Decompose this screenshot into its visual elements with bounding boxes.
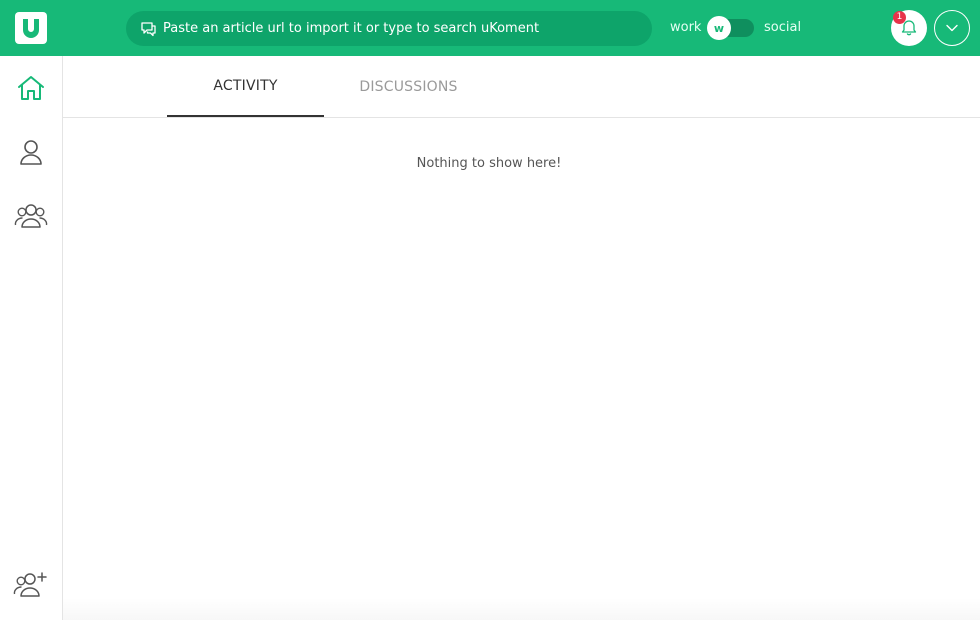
user-icon (20, 140, 42, 165)
home-icon (18, 76, 44, 100)
users-group-icon (14, 204, 48, 228)
sidebar-item-home[interactable] (13, 70, 49, 106)
main-content: ACTIVITY DISCUSSIONS Nothing to show her… (63, 56, 980, 620)
ukoment-logo-icon (23, 19, 39, 38)
feed-tabs: ACTIVITY DISCUSSIONS (63, 56, 980, 118)
bottom-divider (63, 598, 980, 620)
search-input[interactable] (163, 11, 652, 46)
notification-count-badge: 1 (893, 11, 906, 24)
search-bar[interactable] (126, 11, 652, 46)
account-menu-button[interactable] (934, 10, 970, 46)
tab-discussions[interactable]: DISCUSSIONS (330, 56, 487, 117)
chevron-down-icon (946, 24, 958, 32)
mode-social-label: social (764, 20, 802, 35)
empty-state-message: Nothing to show here! (416, 156, 562, 171)
toggle-knob[interactable]: w (707, 16, 731, 40)
top-bar: work w social 1 (0, 0, 980, 56)
add-users-icon (13, 572, 47, 597)
tab-activity[interactable]: ACTIVITY (167, 56, 324, 117)
work-social-toggle[interactable]: w (707, 16, 754, 40)
mode-work-label: work (670, 20, 702, 35)
sidebar-item-profile[interactable] (13, 134, 49, 170)
comment-import-icon (140, 20, 158, 38)
sidebar (0, 56, 63, 620)
sidebar-item-groups[interactable] (13, 198, 49, 234)
app-logo[interactable] (15, 12, 47, 44)
sidebar-item-invite[interactable] (13, 566, 49, 602)
